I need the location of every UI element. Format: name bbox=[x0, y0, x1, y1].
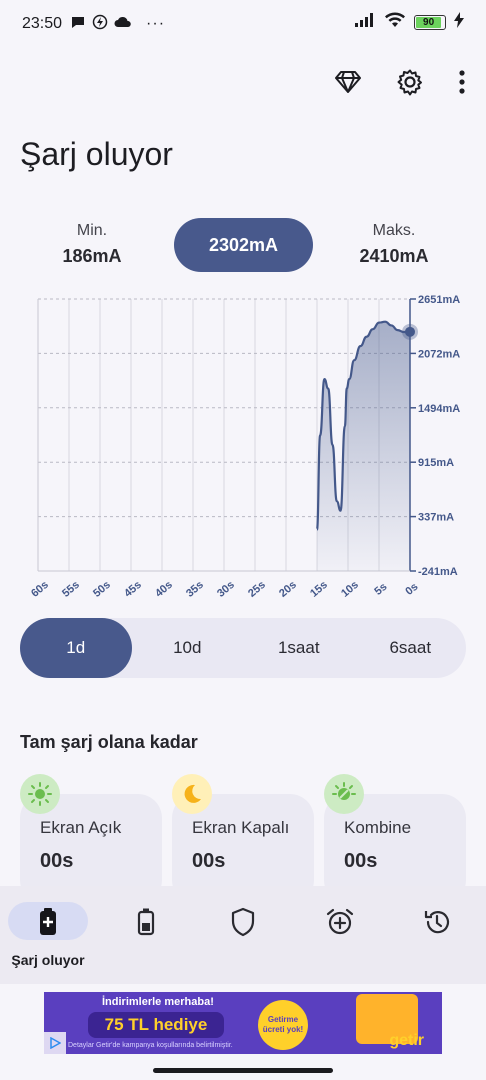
alarm-add-icon bbox=[326, 908, 354, 935]
combined-icon bbox=[324, 774, 364, 814]
ad-headline: İndirimlerle merhaba! bbox=[102, 996, 214, 1008]
wifi-icon bbox=[384, 12, 406, 33]
diamond-icon bbox=[335, 71, 361, 93]
x-tick-label: 45s bbox=[122, 579, 144, 600]
max-stat: Maks. 2410mA bbox=[324, 218, 464, 267]
nav-item-history[interactable] bbox=[397, 902, 477, 942]
range-1d[interactable]: 1d bbox=[20, 618, 132, 678]
x-tick-label: 20s bbox=[277, 579, 299, 600]
card-value: 00s bbox=[40, 850, 74, 872]
premium-button[interactable] bbox=[328, 62, 368, 102]
battery-level: 90 bbox=[416, 17, 442, 28]
x-tick-label: 10s bbox=[339, 579, 361, 600]
max-label: Maks. bbox=[372, 222, 416, 239]
cloud-icon bbox=[114, 15, 132, 34]
time-to-full-cards: Ekran Açık 00s Ekran Kapalı 00s Kombine … bbox=[20, 774, 466, 886]
card-label: Kombine bbox=[344, 818, 412, 837]
y-tick-label: 2651mA bbox=[418, 294, 460, 306]
current-point bbox=[405, 326, 415, 337]
top-toolbar bbox=[328, 62, 472, 102]
charging-battery-icon bbox=[40, 908, 56, 935]
ad-banner[interactable]: İndirimlerle merhaba! 75 TL hediye Getir… bbox=[44, 992, 442, 1054]
y-tick-label: 2072mA bbox=[418, 348, 460, 360]
battery-icon bbox=[137, 908, 155, 936]
nav-item-charging[interactable] bbox=[8, 902, 88, 942]
nav-item-alarm[interactable] bbox=[300, 902, 380, 942]
signal-icon bbox=[354, 12, 376, 33]
y-tick-label: 337mA bbox=[418, 512, 454, 524]
bottom-navigation: Şarj oluyor bbox=[0, 886, 486, 984]
x-tick-label: 0s bbox=[403, 581, 420, 598]
card-value: 00s bbox=[344, 850, 378, 872]
settings-button[interactable] bbox=[390, 62, 430, 102]
ad-badge: Getirme ücreti yok! bbox=[258, 1000, 308, 1050]
more-vert-icon bbox=[459, 70, 465, 94]
nav-item-protection[interactable] bbox=[203, 902, 283, 942]
min-value: 186mA bbox=[62, 246, 122, 266]
series-area bbox=[317, 321, 410, 571]
page-title: Şarj oluyor bbox=[20, 136, 173, 172]
x-tick-label: 35s bbox=[184, 579, 206, 600]
nav-item-battery[interactable] bbox=[106, 902, 186, 942]
bolt-circle-icon bbox=[92, 14, 108, 35]
ad-choices-icon[interactable] bbox=[44, 1032, 66, 1054]
x-tick-label: 50s bbox=[91, 579, 113, 600]
section-title: Tam şarj olana kadar bbox=[20, 732, 198, 752]
x-tick-label: 5s bbox=[372, 581, 389, 598]
card-label: Ekran Açık bbox=[40, 818, 122, 837]
sun-icon bbox=[20, 774, 60, 814]
min-label: Min. bbox=[76, 222, 108, 239]
range-6saat[interactable]: 6saat bbox=[355, 618, 467, 678]
min-stat: Min. 186mA bbox=[22, 218, 162, 267]
range-10d[interactable]: 10d bbox=[132, 618, 244, 678]
nav-active-label: Şarj oluyor bbox=[11, 952, 85, 968]
current-chart: 60s 55s 50s 45s 40s 35s 30s 25s 20s 15s 10s 5s 0s 265… bbox=[29, 294, 460, 600]
card-value: 00s bbox=[192, 850, 226, 872]
ad-brand-logo: getir bbox=[389, 1032, 424, 1049]
x-tick-label: 15s bbox=[308, 579, 330, 600]
x-tick-label: 30s bbox=[215, 579, 237, 600]
y-tick-label: -241mA bbox=[418, 566, 458, 578]
y-tick-label: 1494mA bbox=[418, 403, 460, 415]
max-value: 2410mA bbox=[359, 246, 429, 266]
history-icon bbox=[424, 911, 450, 934]
shield-icon bbox=[231, 907, 255, 937]
charging-bolt-icon bbox=[454, 12, 464, 33]
current-stats: Min. 186mA 2302mA Maks. 2410mA bbox=[20, 218, 466, 272]
x-tick-label: 40s bbox=[153, 579, 175, 600]
y-tick-label: 915mA bbox=[418, 457, 454, 469]
time-range-selector: 1d 10d 1saat 6saat bbox=[20, 618, 466, 678]
card-label: Ekran Kapalı bbox=[192, 818, 290, 837]
moon-icon bbox=[172, 774, 212, 814]
chat-icon bbox=[70, 14, 86, 35]
x-tick-label: 25s bbox=[246, 579, 268, 600]
more-options-button[interactable] bbox=[452, 62, 472, 102]
home-indicator[interactable] bbox=[153, 1068, 333, 1073]
gear-icon bbox=[397, 69, 422, 96]
status-dots: ··· bbox=[146, 15, 166, 32]
ad-promo: 75 TL hediye bbox=[88, 1012, 224, 1038]
current-value-pill[interactable]: 2302mA bbox=[174, 218, 313, 272]
x-tick-label: 60s bbox=[29, 579, 51, 600]
status-bar: 23:50 ··· 90 bbox=[0, 0, 486, 48]
status-time: 23:50 bbox=[22, 15, 63, 32]
x-tick-label: 55s bbox=[60, 579, 82, 600]
battery-icon: 90 bbox=[414, 15, 446, 30]
ad-footnote: Detaylar Getir'de kampanya koşullarında … bbox=[68, 1042, 233, 1049]
range-1saat[interactable]: 1saat bbox=[243, 618, 355, 678]
